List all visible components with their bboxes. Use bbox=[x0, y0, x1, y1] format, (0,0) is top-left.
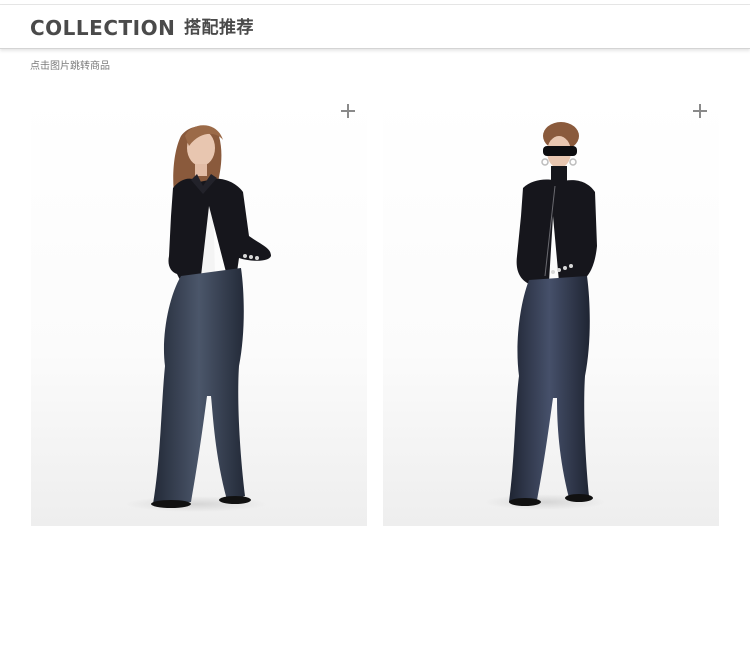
product-card-2[interactable] bbox=[383, 96, 719, 526]
product-card-1[interactable] bbox=[31, 96, 367, 526]
click-hint-text: 点击图片跳转商品 bbox=[30, 61, 110, 72]
model-photo-1[interactable] bbox=[31, 96, 367, 526]
plus-icon[interactable] bbox=[693, 104, 707, 118]
plus-icon[interactable] bbox=[341, 104, 355, 118]
section-title-cn: 搭配推荐 bbox=[184, 18, 254, 38]
model-photo-2[interactable] bbox=[383, 96, 719, 526]
section-title-en: COLLECTION bbox=[30, 16, 176, 40]
section-header: COLLECTION 搭配推荐 bbox=[0, 5, 750, 49]
